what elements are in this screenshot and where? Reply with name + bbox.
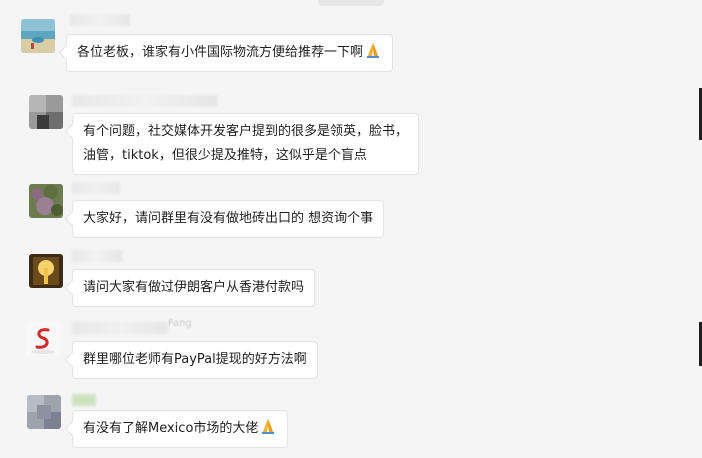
blurred-gray-avatar[interactable] xyxy=(27,395,61,429)
chat-message: 有没有了解Mexico市场的大佬 xyxy=(0,390,700,454)
message-bubble[interactable]: 群里哪位老师有PayPal提现的好方法啊 xyxy=(72,341,318,379)
beach-photo-avatar[interactable] xyxy=(21,19,55,53)
message-bubble[interactable]: 请问大家有做过伊朗客户从香港付款吗 xyxy=(72,269,316,307)
chat-message: 各位老板，谁家有小件国际物流方便给推荐一下啊 xyxy=(0,10,700,80)
chat-message: 大家好，请问群里有没有做地砖出口的 想资询个事 xyxy=(0,178,700,238)
chat-message: 请问大家有做过伊朗客户从香港付款吗 xyxy=(0,248,700,312)
message-text: 大家好，请问群里有没有做地砖出口的 想资询个事 xyxy=(83,211,374,226)
message-bubble[interactable]: 有没有了解Mexico市场的大佬 xyxy=(72,410,289,448)
sender-name-fragment: Fang xyxy=(168,318,192,329)
chat-message: Fang 群里哪位老师有PayPal提现的好方法啊 xyxy=(0,318,700,380)
sender-name-blurred xyxy=(72,182,120,194)
golden-light-avatar[interactable] xyxy=(29,254,63,288)
chat-message: 有个问题，社交媒体开发客户提到的很多是领英，脸书， 油管，tiktok，但很少提… xyxy=(0,88,700,175)
sender-name-blurred xyxy=(70,14,130,26)
folded-hands-icon xyxy=(262,419,275,434)
message-bubble[interactable]: 各位老板，谁家有小件国际物流方便给推荐一下啊 xyxy=(66,34,394,72)
sender-name-blurred xyxy=(72,250,122,262)
red-s-logo-avatar[interactable] xyxy=(26,322,60,356)
message-text: 有个问题，社交媒体开发客户提到的很多是领英，脸书， 油管，tiktok，但很少提… xyxy=(83,124,409,163)
garden-photo-avatar[interactable] xyxy=(29,184,63,218)
scroll-indicator xyxy=(318,0,384,6)
message-bubble[interactable]: 大家好，请问群里有没有做地砖出口的 想资询个事 xyxy=(72,200,385,238)
folded-hands-icon xyxy=(367,43,380,58)
sender-name-blurred xyxy=(72,394,96,406)
sender-name-blurred xyxy=(72,95,218,107)
blurred-person-avatar[interactable] xyxy=(29,95,63,129)
message-text: 有没有了解Mexico市场的大佬 xyxy=(83,421,259,436)
sender-name-blurred xyxy=(72,322,168,334)
message-bubble[interactable]: 有个问题，社交媒体开发客户提到的很多是领英，脸书， 油管，tiktok，但很少提… xyxy=(72,113,420,175)
message-text: 各位老板，谁家有小件国际物流方便给推荐一下啊 xyxy=(77,45,364,60)
message-text: 请问大家有做过伊朗客户从香港付款吗 xyxy=(83,280,305,295)
message-text: 群里哪位老师有PayPal提现的好方法啊 xyxy=(83,352,307,367)
